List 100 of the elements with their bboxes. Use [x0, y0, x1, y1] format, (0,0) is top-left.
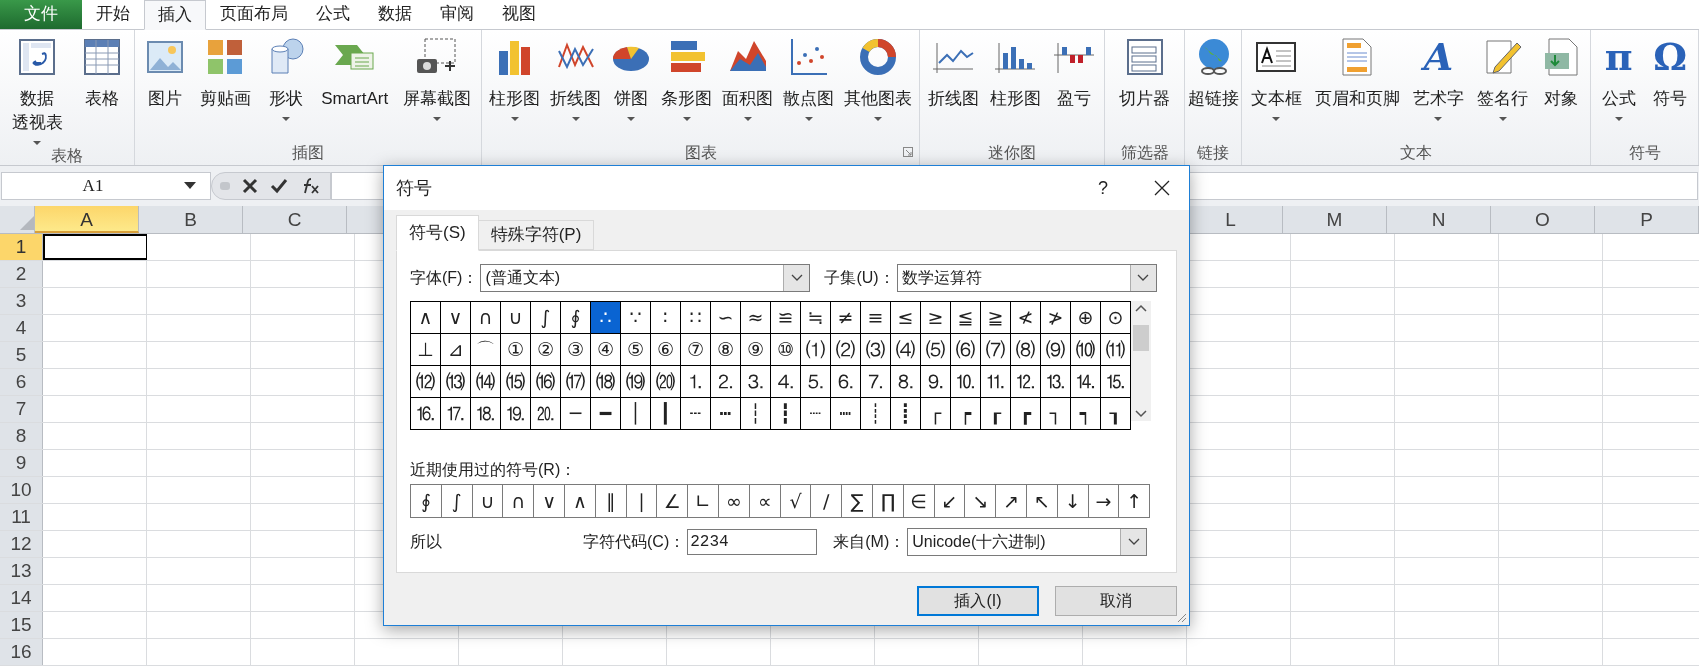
symbol-cell[interactable]: ┌	[921, 398, 951, 430]
ribbon-tab[interactable]: 视图	[488, 0, 550, 29]
symbol-cell[interactable]: ⒁	[471, 366, 501, 398]
symbol-cell[interactable]: ③	[561, 334, 591, 366]
recent-symbol-cell[interactable]: ∣	[626, 485, 658, 517]
recent-symbol-cell[interactable]: ↑	[1119, 485, 1150, 517]
symbol-cell[interactable]: ┉	[831, 398, 861, 430]
ribbon-button[interactable]: π 公式	[1600, 35, 1637, 122]
ribbon-button[interactable]: SmartArt	[320, 35, 390, 111]
column-header[interactable]: O	[1491, 206, 1595, 233]
column-header[interactable]: P	[1595, 206, 1699, 233]
ribbon-button[interactable]: A 艺术字	[1411, 35, 1465, 122]
symbol-cell[interactable]: ⑻	[1011, 334, 1041, 366]
row-header[interactable]: 3	[0, 288, 43, 314]
ribbon-button[interactable]: 签名行	[1476, 35, 1530, 122]
symbol-cell[interactable]: ⒉	[711, 366, 741, 398]
ribbon-button[interactable]: 折线图	[926, 35, 980, 111]
symbol-cell[interactable]: ⒘	[441, 398, 471, 430]
scrollbar[interactable]	[1131, 301, 1151, 421]
symbol-cell[interactable]: ④	[591, 334, 621, 366]
row-header[interactable]: 12	[0, 531, 43, 557]
name-box[interactable]: A1	[1, 172, 211, 200]
symbol-cell[interactable]: ∵	[621, 302, 651, 334]
scrollbar-thumb[interactable]	[1133, 325, 1149, 351]
symbol-cell[interactable]: ⑴	[801, 334, 831, 366]
symbol-cell[interactable]: ┄	[681, 398, 711, 430]
ribbon-button[interactable]: Ω 符号	[1652, 35, 1689, 111]
scroll-down-icon[interactable]	[1135, 410, 1147, 418]
symbol-cell[interactable]: ⒊	[741, 366, 771, 398]
symbol-cell[interactable]: ⒙	[471, 398, 501, 430]
column-header[interactable]: C	[243, 206, 347, 233]
dialog-tab[interactable]: 符号(S)	[396, 215, 479, 251]
symbol-cell[interactable]: ⒈	[681, 366, 711, 398]
recent-symbol-cell[interactable]: ↘	[965, 485, 997, 517]
resize-grip-icon[interactable]	[1175, 611, 1187, 623]
column-header[interactable]: A	[35, 206, 139, 233]
symbol-cell[interactable]: ≥	[921, 302, 951, 334]
character-code-field[interactable]: 2234	[687, 529, 818, 555]
dialog-button[interactable]: 取消	[1055, 586, 1177, 616]
symbol-cell[interactable]: ⑸	[921, 334, 951, 366]
symbol-cell[interactable]: ⑺	[981, 334, 1011, 366]
symbol-cell[interactable]: ⒄	[561, 366, 591, 398]
symbol-cell[interactable]: ∷	[681, 302, 711, 334]
ribbon-button[interactable]: 对象	[1540, 35, 1583, 111]
symbol-cell[interactable]: ⒃	[531, 366, 561, 398]
symbol-cell[interactable]: ┍	[951, 398, 981, 430]
recent-symbol-cell[interactable]: ∟	[688, 485, 719, 517]
ribbon-button[interactable]: 剪贴画	[198, 35, 252, 111]
symbol-cell[interactable]: ∫	[531, 302, 561, 334]
symbol-cell[interactable]: ┈	[801, 398, 831, 430]
symbol-cell[interactable]: ⒕	[1071, 366, 1101, 398]
encoding-dropdown[interactable]: Unicode(十六进制)	[907, 528, 1148, 556]
symbol-cell[interactable]: ≒	[801, 302, 831, 334]
font-dropdown[interactable]: (普通文本)	[480, 264, 811, 292]
recent-symbol-cell[interactable]: ↗	[996, 485, 1027, 517]
recent-symbol-cell[interactable]: ∠	[657, 485, 689, 517]
symbol-cell[interactable]: ⒅	[591, 366, 621, 398]
recent-symbol-cell[interactable]: ∕	[811, 485, 843, 517]
cancel-icon[interactable]	[242, 178, 258, 194]
symbol-cell[interactable]: ⑦	[681, 334, 711, 366]
symbol-cell[interactable]: ∪	[501, 302, 531, 334]
row-header[interactable]: 7	[0, 396, 43, 422]
symbol-cell[interactable]: ∨	[441, 302, 471, 334]
recent-symbol-cell[interactable]: √	[780, 485, 812, 517]
recent-symbol-cell[interactable]: ∑	[842, 485, 873, 517]
row-header[interactable]: 2	[0, 261, 43, 287]
symbol-cell[interactable]: ⑨	[741, 334, 771, 366]
symbol-cell[interactable]: ①	[501, 334, 531, 366]
symbol-cell[interactable]: ≤	[891, 302, 921, 334]
recent-symbol-cell[interactable]: ∪	[472, 485, 504, 517]
symbol-cell[interactable]: ⑽	[1071, 334, 1101, 366]
row-header[interactable]: 14	[0, 585, 43, 611]
symbol-cell[interactable]: ⒇	[651, 366, 681, 398]
active-cell[interactable]	[43, 234, 147, 260]
symbol-cell[interactable]: ⒗	[411, 398, 441, 430]
symbol-cell[interactable]: ⒍	[831, 366, 861, 398]
recent-symbol-cell[interactable]: ∝	[749, 485, 781, 517]
dialog-launcher-icon[interactable]	[903, 147, 913, 157]
symbol-cell[interactable]: ⒏	[891, 366, 921, 398]
ribbon-button[interactable]: 屏幕截图	[402, 35, 473, 122]
column-header[interactable]: N	[1387, 206, 1491, 233]
recent-symbol-cell[interactable]: ∥	[595, 485, 627, 517]
symbol-cell[interactable]: ┏	[1011, 398, 1041, 430]
symbol-cell[interactable]: ─	[561, 398, 591, 430]
symbol-cell[interactable]: ⊕	[1071, 302, 1101, 334]
ribbon-button[interactable]: 饼图	[610, 35, 652, 122]
symbol-cell[interactable]: ⒀	[441, 366, 471, 398]
symbol-cell[interactable]: ≮	[1011, 302, 1041, 334]
symbol-cell[interactable]: ⑧	[711, 334, 741, 366]
row-header[interactable]: 11	[0, 504, 43, 530]
symbol-cell[interactable]: ⒒	[981, 366, 1011, 398]
row-header[interactable]: 8	[0, 423, 43, 449]
row-header[interactable]: 15	[0, 612, 43, 638]
row-header[interactable]: 16	[0, 639, 43, 665]
symbol-cell[interactable]: ⑶	[861, 334, 891, 366]
symbol-cell[interactable]: ⒛	[531, 398, 561, 430]
recent-symbol-cell[interactable]: ∩	[503, 485, 535, 517]
ribbon-button[interactable]: 面积图	[721, 35, 774, 122]
ribbon-tab[interactable]: 审阅	[426, 0, 488, 29]
ribbon-button[interactable]: 散点图	[782, 35, 835, 122]
